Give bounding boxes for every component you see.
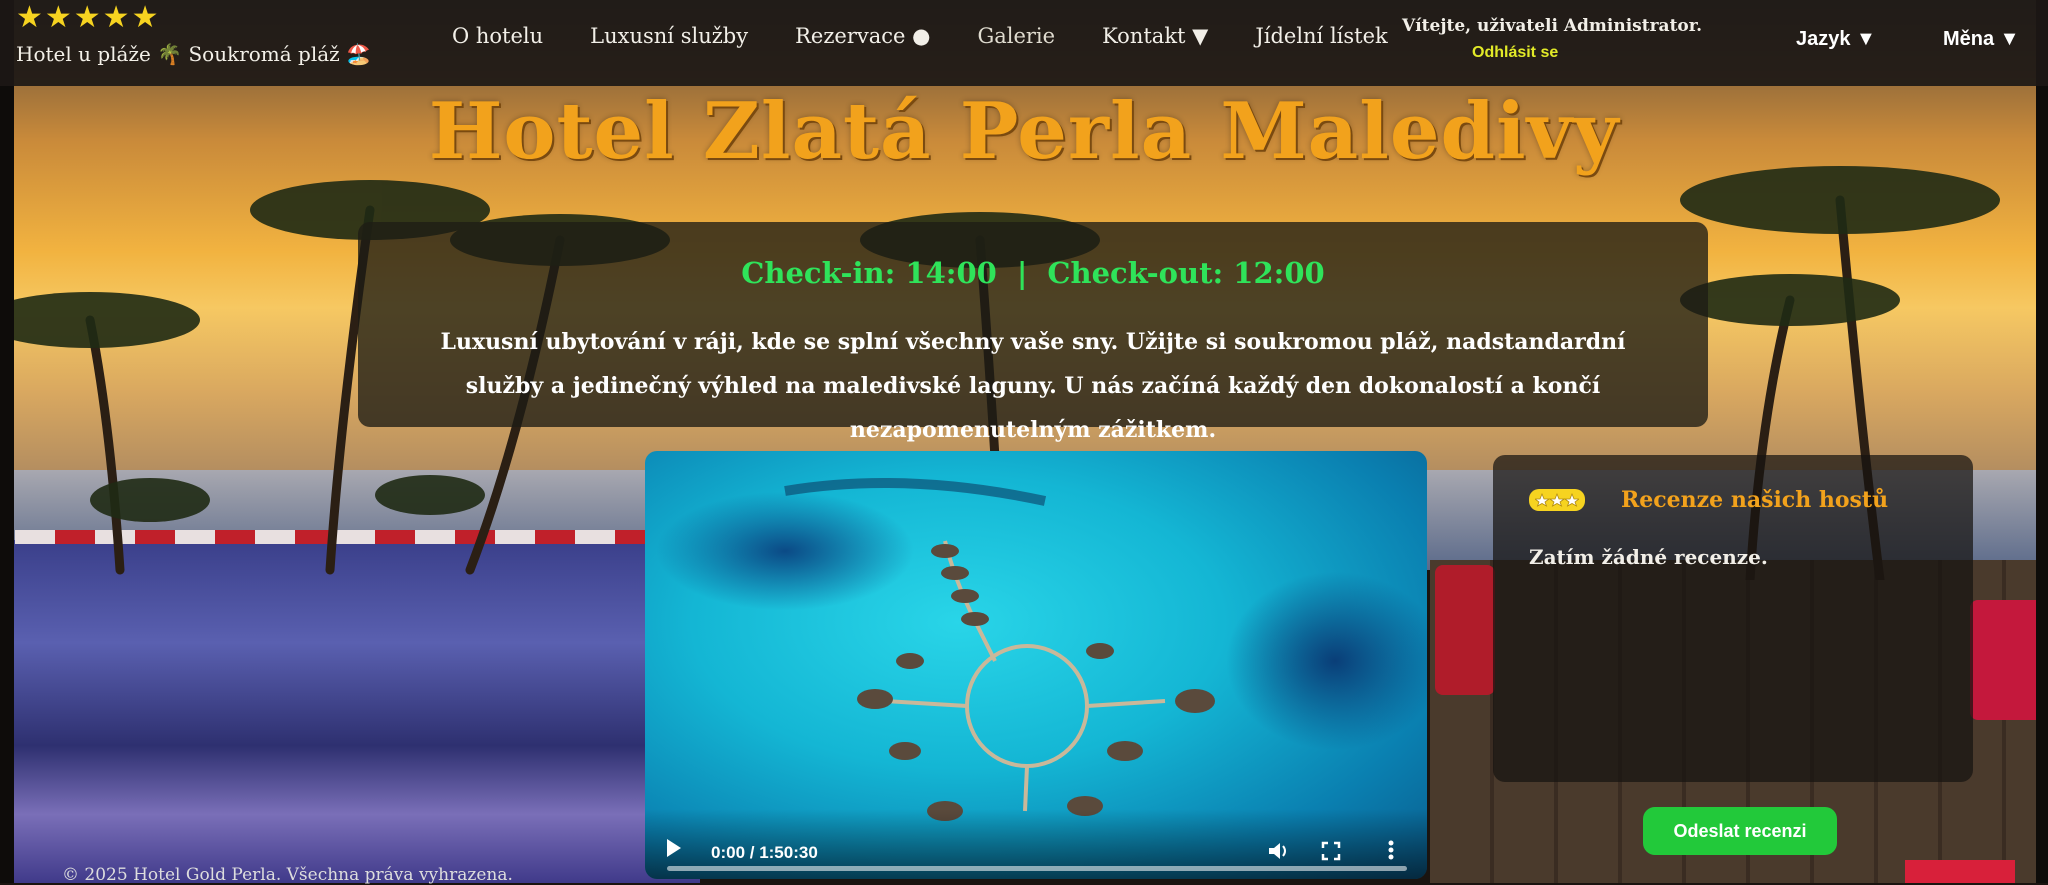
nav-item-contact[interactable]: Kontakt ▼ [1102,24,1208,48]
lounge-cushion [1435,565,1495,695]
reviews-panel: Recenze našich hostů Zatím žádné recenze… [1493,455,1973,782]
fullscreen-icon[interactable] [1321,841,1341,861]
main-nav: O hotelu Luxusní služby Rezervace ● Gale… [452,24,1435,48]
footer-copyright: © 2025 Hotel Gold Perla. Všechna práva v… [62,865,513,885]
nav-item-menu[interactable]: Jídelní lístek [1255,24,1387,48]
nav-item-about[interactable]: O hotelu [452,24,543,48]
page-title: Hotel Zlatá Perla Maledivy [428,86,1620,177]
video-controls: 0:00 / 1:50:30 [645,809,1427,879]
lounge-cushion [1905,860,2015,883]
reviews-title: Recenze našich hostů [1621,487,1889,513]
hotel-description: Luxusní ubytování v ráji, kde se splní v… [440,329,1626,443]
more-options-icon[interactable] [1387,839,1395,861]
nav-item-reservation[interactable]: Rezervace ● [795,24,930,48]
welcome-message: Vítejte, uživateli Administrator. [1402,16,1703,36]
review-stars-icon [1529,489,1585,511]
volume-icon[interactable] [1267,841,1289,861]
no-reviews-text: Zatím žádné recenze. [1529,545,1768,569]
nav-item-services[interactable]: Luxusní služby [590,24,748,48]
send-review-button[interactable]: Odeslat recenzi [1643,807,1837,855]
logout-link[interactable]: Odhlásit se [1472,44,1558,62]
video-progress-bar[interactable] [667,866,1407,871]
language-dropdown[interactable]: Jazyk ▼ [1796,28,1876,51]
hotel-tagline: Hotel u pláže 🌴 Soukromá pláž 🏖️ [16,42,371,66]
nav-item-gallery[interactable]: Galerie [977,24,1055,48]
checkout-time: Check-out: 12:00 [1047,256,1325,290]
checkin-time: Check-in: 14:00 [741,256,997,290]
check-separator: | [1016,256,1028,290]
top-navigation-bar: ★★★★★ Hotel u pláže 🌴 Soukromá pláž 🏖️ O… [0,0,2048,86]
infinity-pool [0,540,700,883]
video-player[interactable]: 0:00 / 1:50:30 [645,451,1427,879]
rating-stars-icon: ★★★★★ [16,0,161,35]
info-panel: Check-in: 14:00 | Check-out: 12:00 Luxusní… [358,222,1708,443]
video-time: 0:00 / 1:50:30 [711,843,818,862]
currency-dropdown[interactable]: Měna ▼ [1943,28,2019,51]
check-times: Check-in: 14:00 | Check-out: 12:00 [358,256,1708,290]
play-icon[interactable] [667,839,681,857]
